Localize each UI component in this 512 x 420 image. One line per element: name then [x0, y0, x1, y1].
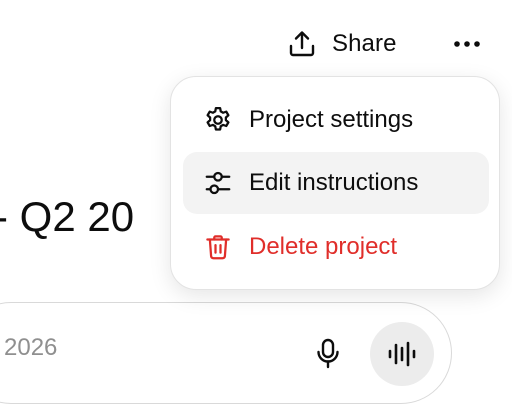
sliders-icon [205, 171, 231, 195]
trash-icon [206, 235, 230, 260]
menu-item-edit-instructions[interactable]: Edit instructions [183, 152, 489, 214]
voice-mode-button[interactable] [370, 322, 434, 386]
menu-item-project-settings[interactable]: Project settings [183, 89, 489, 151]
composer-input-text[interactable]: 2026 [4, 334, 57, 362]
gear-icon [206, 107, 230, 131]
project-options-menu: Project settings Edit instructions Delet… [170, 76, 500, 290]
dictate-button[interactable] [310, 334, 346, 374]
microphone-icon [317, 338, 339, 369]
share-upload-icon [289, 31, 315, 57]
share-button[interactable]: Share [280, 24, 410, 64]
menu-item-label: Delete project [249, 233, 398, 260]
menu-item-delete-project[interactable]: Delete project [183, 216, 489, 278]
more-horizontal-icon [454, 41, 480, 47]
voice-waveform-icon [388, 341, 416, 367]
project-page: Share - Q2 20 2026 Project settings Edit… [0, 0, 512, 420]
project-title: - Q2 20 [0, 193, 135, 240]
menu-item-label: Project settings [249, 106, 414, 133]
menu-item-label: Edit instructions [249, 169, 419, 196]
more-options-button[interactable] [444, 26, 490, 62]
share-label: Share [332, 30, 397, 57]
